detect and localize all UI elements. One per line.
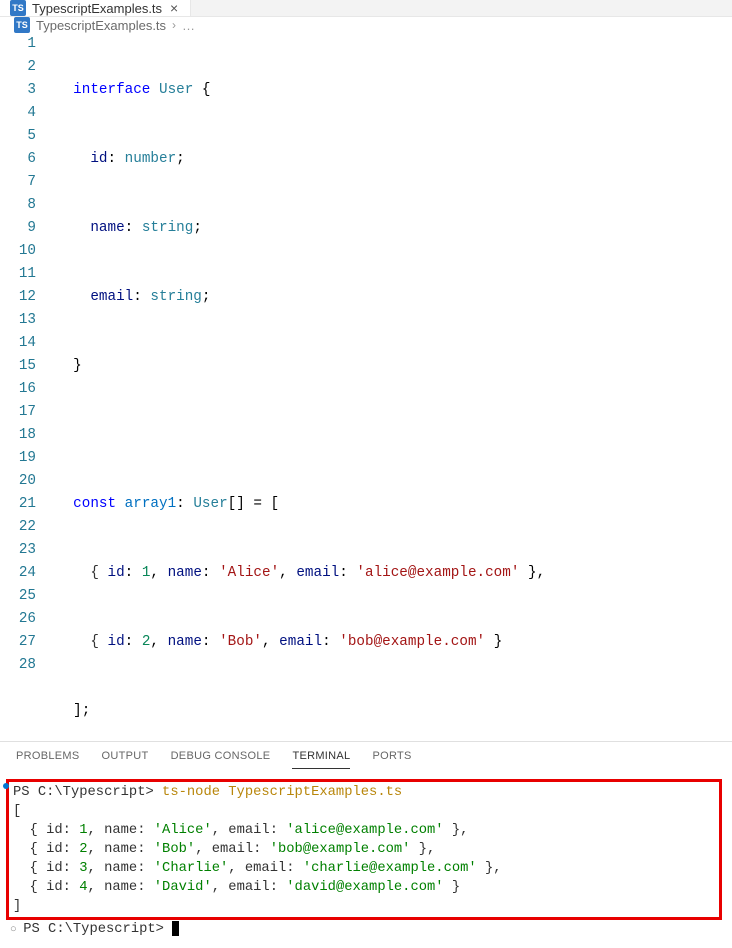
typescript-file-icon: TS — [10, 0, 26, 16]
highlight-box: PS C:\Typescript> ts-node TypescriptExam… — [6, 779, 722, 920]
chevron-right-icon: › — [172, 18, 176, 32]
tab-problems[interactable]: PROBLEMS — [16, 750, 80, 769]
panel-tabs: PROBLEMS OUTPUT DEBUG CONSOLE TERMINAL P… — [0, 742, 732, 775]
typescript-file-icon: TS — [14, 17, 30, 33]
tab-filename: TypescriptExamples.ts — [32, 1, 162, 16]
code-content[interactable]: interface User { id: number; name: strin… — [56, 33, 732, 741]
breadcrumb-filename: TypescriptExamples.ts — [36, 18, 166, 33]
terminal-cursor — [172, 921, 179, 936]
breadcrumb-more: … — [182, 18, 195, 33]
tab-typescriptexamples[interactable]: TS TypescriptExamples.ts × — [0, 0, 191, 16]
breadcrumb[interactable]: TS TypescriptExamples.ts › … — [0, 17, 732, 33]
terminal-active-dot-icon — [3, 783, 9, 789]
line-number-gutter: 12345 678910 1112131415 1617181920 21222… — [0, 33, 56, 741]
close-icon[interactable]: × — [168, 0, 180, 16]
terminal[interactable]: PS C:\Typescript> ts-node TypescriptExam… — [0, 775, 732, 948]
editor-tabs-bar: TS TypescriptExamples.ts × — [0, 0, 732, 17]
code-editor[interactable]: 12345 678910 1112131415 1617181920 21222… — [0, 33, 732, 741]
prompt-indicator-icon: ○ — [10, 924, 23, 936]
tab-debug-console[interactable]: DEBUG CONSOLE — [171, 750, 271, 769]
tab-output[interactable]: OUTPUT — [102, 750, 149, 769]
tab-ports[interactable]: PORTS — [372, 750, 411, 769]
tab-terminal[interactable]: TERMINAL — [292, 750, 350, 769]
bottom-panel: PROBLEMS OUTPUT DEBUG CONSOLE TERMINAL P… — [0, 741, 732, 948]
